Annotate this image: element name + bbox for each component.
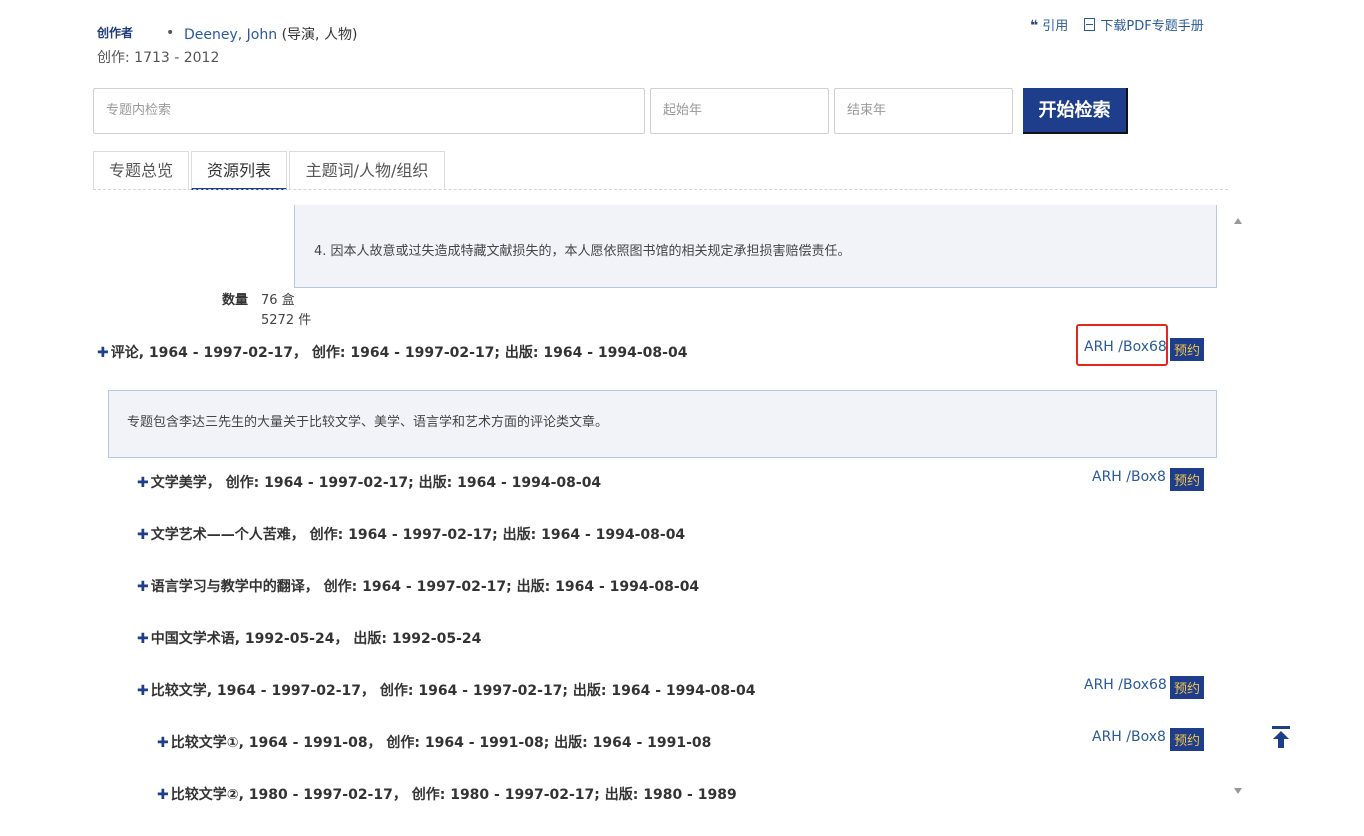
bullet-icon: • — [166, 25, 175, 41]
series-row[interactable]: ✚ 评论, 1964 - 1997-02-17， 创作: 1964 - 1997-… — [97, 342, 687, 362]
tab-resource-list[interactable]: 资源列表 — [191, 151, 287, 190]
cite-label: 引用 — [1042, 19, 1069, 34]
quantity-label: 数量 — [222, 293, 249, 308]
scope-note-text: 专题包含李达三先生的大量关于比较文学、美学、语言学和艺术方面的评论类文章。 — [127, 415, 609, 430]
scroll-up-arrow-icon[interactable] — [1234, 218, 1242, 224]
plus-icon[interactable]: ✚ — [97, 345, 109, 361]
reserve-button[interactable]: 预约 — [1170, 676, 1205, 699]
quote-icon: ❝ — [1030, 18, 1039, 34]
location-link[interactable]: ARH /Box8 — [1092, 729, 1166, 745]
start-year-input[interactable]: 起始年 — [650, 88, 829, 134]
creator-name-link[interactable]: Deeney, John — [184, 27, 277, 43]
list-item[interactable]: ✚ 语言学习与教学中的翻译， 创作: 1964 - 1997-02-17; 出版:… — [137, 576, 699, 596]
reserve-button[interactable]: 预约 — [1170, 468, 1205, 491]
quantity-items: 5272 件 — [261, 313, 312, 328]
item-title: 文学艺术——个人苦难， 创作: 1964 - 1997-02-17; 出版: 1… — [150, 527, 686, 543]
item-title: 比较文学②, 1980 - 1997-02-17， 创作: 1980 - 199… — [170, 787, 737, 803]
download-pdf-button[interactable]: 下载PDF专题手册 — [1072, 18, 1204, 34]
file-icon — [1084, 18, 1096, 31]
arrow-up-to-top-icon[interactable] — [1271, 725, 1291, 749]
item-title: 语言学习与教学中的翻译， 创作: 1964 - 1997-02-17; 出版: … — [150, 579, 700, 595]
plus-icon[interactable]: ✚ — [137, 683, 149, 699]
creator-value: Deeney, John (导演, 人物) — [184, 24, 357, 44]
list-item[interactable]: ✚ 文学美学， 创作: 1964 - 1997-02-17; 出版: 1964 -… — [137, 472, 601, 492]
top-actions: ❝ 引用 下载PDF专题手册 — [1030, 15, 1204, 34]
list-item[interactable]: ✚ 文学艺术——个人苦难， 创作: 1964 - 1997-02-17; 出版: … — [137, 524, 685, 544]
item-title: 中国文学术语, 1992-05-24， 出版: 1992-05-24 — [150, 631, 482, 647]
item-title: 比较文学, 1964 - 1997-02-17， 创作: 1964 - 1997… — [150, 683, 756, 699]
plus-icon[interactable]: ✚ — [137, 475, 149, 491]
item-title: 文学美学， 创作: 1964 - 1997-02-17; 出版: 1964 - … — [150, 475, 602, 491]
tab-divider — [93, 189, 1228, 190]
series-title: 评论, 1964 - 1997-02-17， 创作: 1964 - 1997-0… — [110, 345, 688, 361]
list-item[interactable]: ✚ 比较文学②, 1980 - 1997-02-17， 创作: 1980 - 19… — [157, 784, 737, 804]
list-item[interactable]: ✚ 比较文学, 1964 - 1997-02-17， 创作: 1964 - 199… — [137, 680, 755, 700]
cite-button[interactable]: ❝ 引用 — [1030, 18, 1072, 34]
creator-label: 创作者 — [97, 26, 134, 40]
location-link[interactable]: ARH /Box68 — [1084, 677, 1167, 693]
location-link[interactable]: ARH /Box8 — [1092, 469, 1166, 485]
list-item[interactable]: ✚ 比较文学①, 1964 - 1991-08， 创作: 1964 - 1991-… — [157, 732, 711, 752]
reserve-button[interactable]: 预约 — [1170, 338, 1205, 361]
plus-icon[interactable]: ✚ — [137, 631, 149, 647]
item-title: 比较文学①, 1964 - 1991-08， 创作: 1964 - 1991-0… — [170, 735, 712, 751]
plus-icon[interactable]: ✚ — [137, 579, 149, 595]
download-pdf-label: 下载PDF专题手册 — [1100, 19, 1204, 34]
reserve-button[interactable]: 预约 — [1170, 728, 1205, 751]
highlight-marker — [1076, 324, 1168, 366]
creation-dates: 创作: 1713 - 2012 — [97, 50, 220, 66]
creator-roles: (导演, 人物) — [281, 27, 358, 43]
search-input[interactable]: 专题内检索 — [93, 88, 645, 134]
end-year-input[interactable]: 结束年 — [834, 88, 1013, 134]
tab-subjects-people-orgs[interactable]: 主题词/人物/组织 — [289, 151, 445, 190]
search-button[interactable]: 开始检索 — [1023, 88, 1128, 134]
list-item[interactable]: ✚ 中国文学术语, 1992-05-24， 出版: 1992-05-24 — [137, 628, 481, 648]
plus-icon[interactable]: ✚ — [157, 735, 169, 751]
tab-overview[interactable]: 专题总览 — [93, 151, 189, 190]
notice-text: 4. 因本人故意或过失造成特藏文献损失的，本人愿依照图书馆的相关规定承担损害赔偿… — [314, 244, 851, 259]
plus-icon[interactable]: ✚ — [137, 527, 149, 543]
quantity-boxes: 76 盒 — [261, 293, 295, 308]
plus-icon[interactable]: ✚ — [157, 787, 169, 803]
scroll-down-arrow-icon[interactable] — [1234, 788, 1242, 794]
